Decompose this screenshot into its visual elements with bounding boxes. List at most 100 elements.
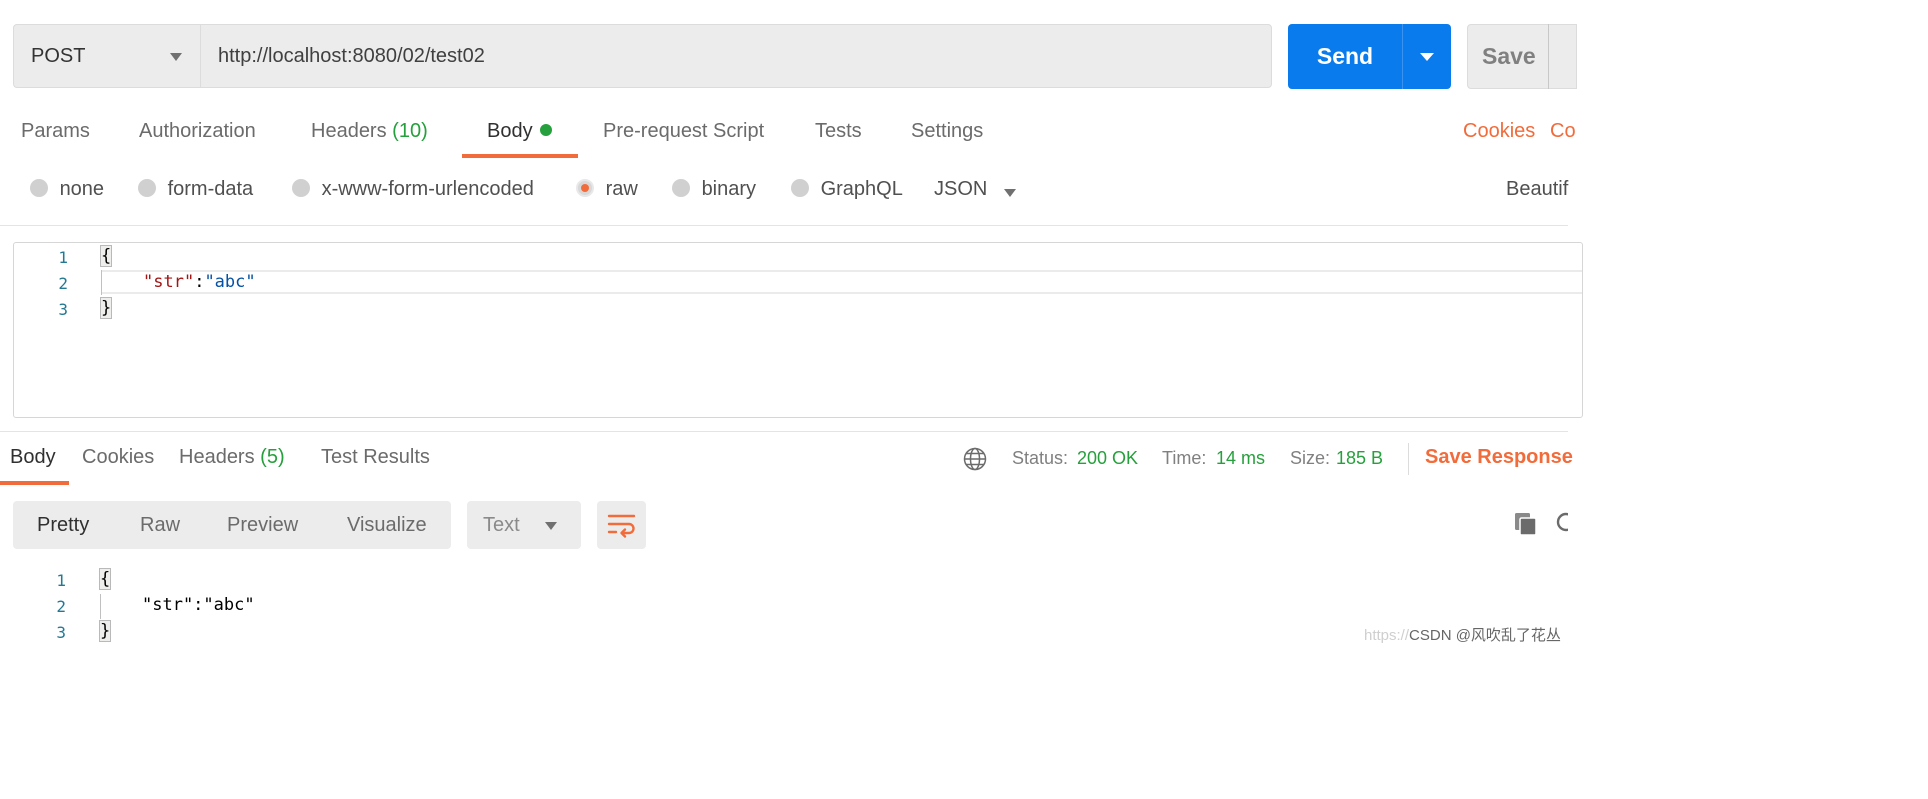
line-number: 2 [58,274,68,293]
line-number: 2 [56,597,66,616]
code-line-2: "str":"abc" [143,272,256,292]
response-format-label: Text [483,514,520,536]
view-visualize-button[interactable]: Visualize [347,514,427,537]
tab-body-label: Body [487,120,533,142]
radio-none-label: none [59,178,105,200]
radio-icon [138,179,156,197]
line-number: 3 [56,623,66,642]
save-response-button[interactable]: Save Response [1425,446,1573,469]
save-divider [1548,24,1549,89]
radio-icon [791,179,809,197]
divider [0,431,1568,432]
watermark-faded: https:// [1364,627,1410,644]
watermark: https://CSDN @风吹乱了花丛 [1364,624,1561,645]
wrap-lines-icon [607,514,636,538]
cookies-link[interactable]: Cookies [1463,120,1535,143]
tab-authorization[interactable]: Authorization [139,120,256,143]
size-label: Size: [1290,448,1331,468]
close-brace: } [98,620,112,642]
json-key: "str" [143,272,195,292]
tab-settings[interactable]: Settings [911,120,983,143]
url-input[interactable]: http://localhost:8080/02/test02 [200,24,1272,88]
save-button[interactable]: Save [1467,24,1577,89]
send-button[interactable]: Send [1288,24,1402,89]
status-label: Status: [1012,448,1069,468]
view-pretty-button[interactable]: Pretty [37,514,89,537]
response-format-select[interactable]: Text [467,501,581,549]
open-brace: { [98,568,112,590]
radio-raw-label: raw [605,178,638,200]
open-brace: { [99,245,113,267]
radio-form-data-label: form-data [167,178,254,200]
time-label: Time: [1162,448,1207,468]
time-value[interactable]: 14 ms [1216,448,1265,469]
beautify-link[interactable]: Beautif [1506,178,1568,201]
response-tab-headers-count: (5) [260,446,285,468]
chevron-down-icon [1420,53,1434,61]
body-indicator-dot-icon [539,124,552,136]
tab-body[interactable]: Body [487,120,552,143]
save-label: Save [1482,43,1536,69]
response-tab-cookies[interactable]: Cookies [82,446,154,469]
code-link[interactable]: Co [1550,120,1576,143]
size-value[interactable]: 185 B [1336,448,1383,469]
send-options-button[interactable] [1402,24,1451,89]
code-line-3: } [99,297,113,319]
radio-icon [672,179,690,197]
view-raw-button[interactable]: Raw [140,514,180,537]
tab-headers-label: Headers [311,120,387,142]
json-colon: : [194,272,205,292]
response-tab-test-results[interactable]: Test Results [321,446,430,469]
radio-urlencoded[interactable]: x-www-form-urlencoded [292,178,534,201]
format-select[interactable]: JSON [934,178,987,201]
radio-selected-icon [576,179,594,197]
search-icon[interactable] [1555,511,1568,537]
radio-graphql[interactable]: GraphQL [791,178,903,201]
wrap-lines-button[interactable] [597,501,646,549]
url-value: http://localhost:8080/02/test02 [218,44,485,67]
radio-form-data[interactable]: form-data [138,178,253,201]
divider [1408,443,1409,475]
radio-icon [292,179,310,197]
close-brace: } [99,297,113,319]
response-line-2: "str":"abc" [142,595,255,615]
method-label: POST [31,44,86,67]
view-preview-button[interactable]: Preview [227,514,298,537]
globe-icon[interactable] [963,447,987,471]
tab-prerequest-script[interactable]: Pre-request Script [603,120,764,143]
chevron-down-icon [545,522,557,530]
radio-binary[interactable]: binary [672,178,756,201]
response-line-3: } [98,620,112,642]
active-tab-indicator [0,481,69,485]
line-number: 3 [58,300,68,319]
method-select[interactable]: POST [13,24,200,88]
chevron-down-icon [170,53,182,61]
divider [0,225,1568,226]
current-line-highlight [102,270,1582,294]
radio-graphql-label: GraphQL [820,178,903,200]
watermark-text: CSDN @风吹乱了花丛 [1409,627,1561,644]
tab-headers[interactable]: Headers (10) [311,120,428,143]
indent-guide [100,594,101,619]
line-number: 1 [56,571,66,590]
json-value: "abc" [204,272,256,292]
tab-tests[interactable]: Tests [815,120,862,143]
response-tab-headers[interactable]: Headers (5) [179,446,285,469]
response-tab-body[interactable]: Body [10,446,56,469]
response-line-1: { [98,568,112,590]
copy-icon[interactable] [1513,511,1539,537]
tab-headers-count: (10) [392,120,428,142]
radio-binary-label: binary [701,178,757,200]
status-value[interactable]: 200 OK [1077,448,1138,469]
radio-urlencoded-label: x-www-form-urlencoded [321,178,534,200]
active-tab-indicator [462,154,578,158]
tab-params[interactable]: Params [21,120,90,143]
response-tab-headers-label: Headers [179,446,255,468]
request-body-editor[interactable] [13,242,1583,418]
radio-none[interactable]: none [30,178,104,201]
indent-guide [101,270,102,295]
chevron-down-icon[interactable] [1004,189,1016,197]
code-line-1: { [99,245,113,267]
send-label: Send [1316,43,1374,69]
radio-raw[interactable]: raw [576,178,638,201]
